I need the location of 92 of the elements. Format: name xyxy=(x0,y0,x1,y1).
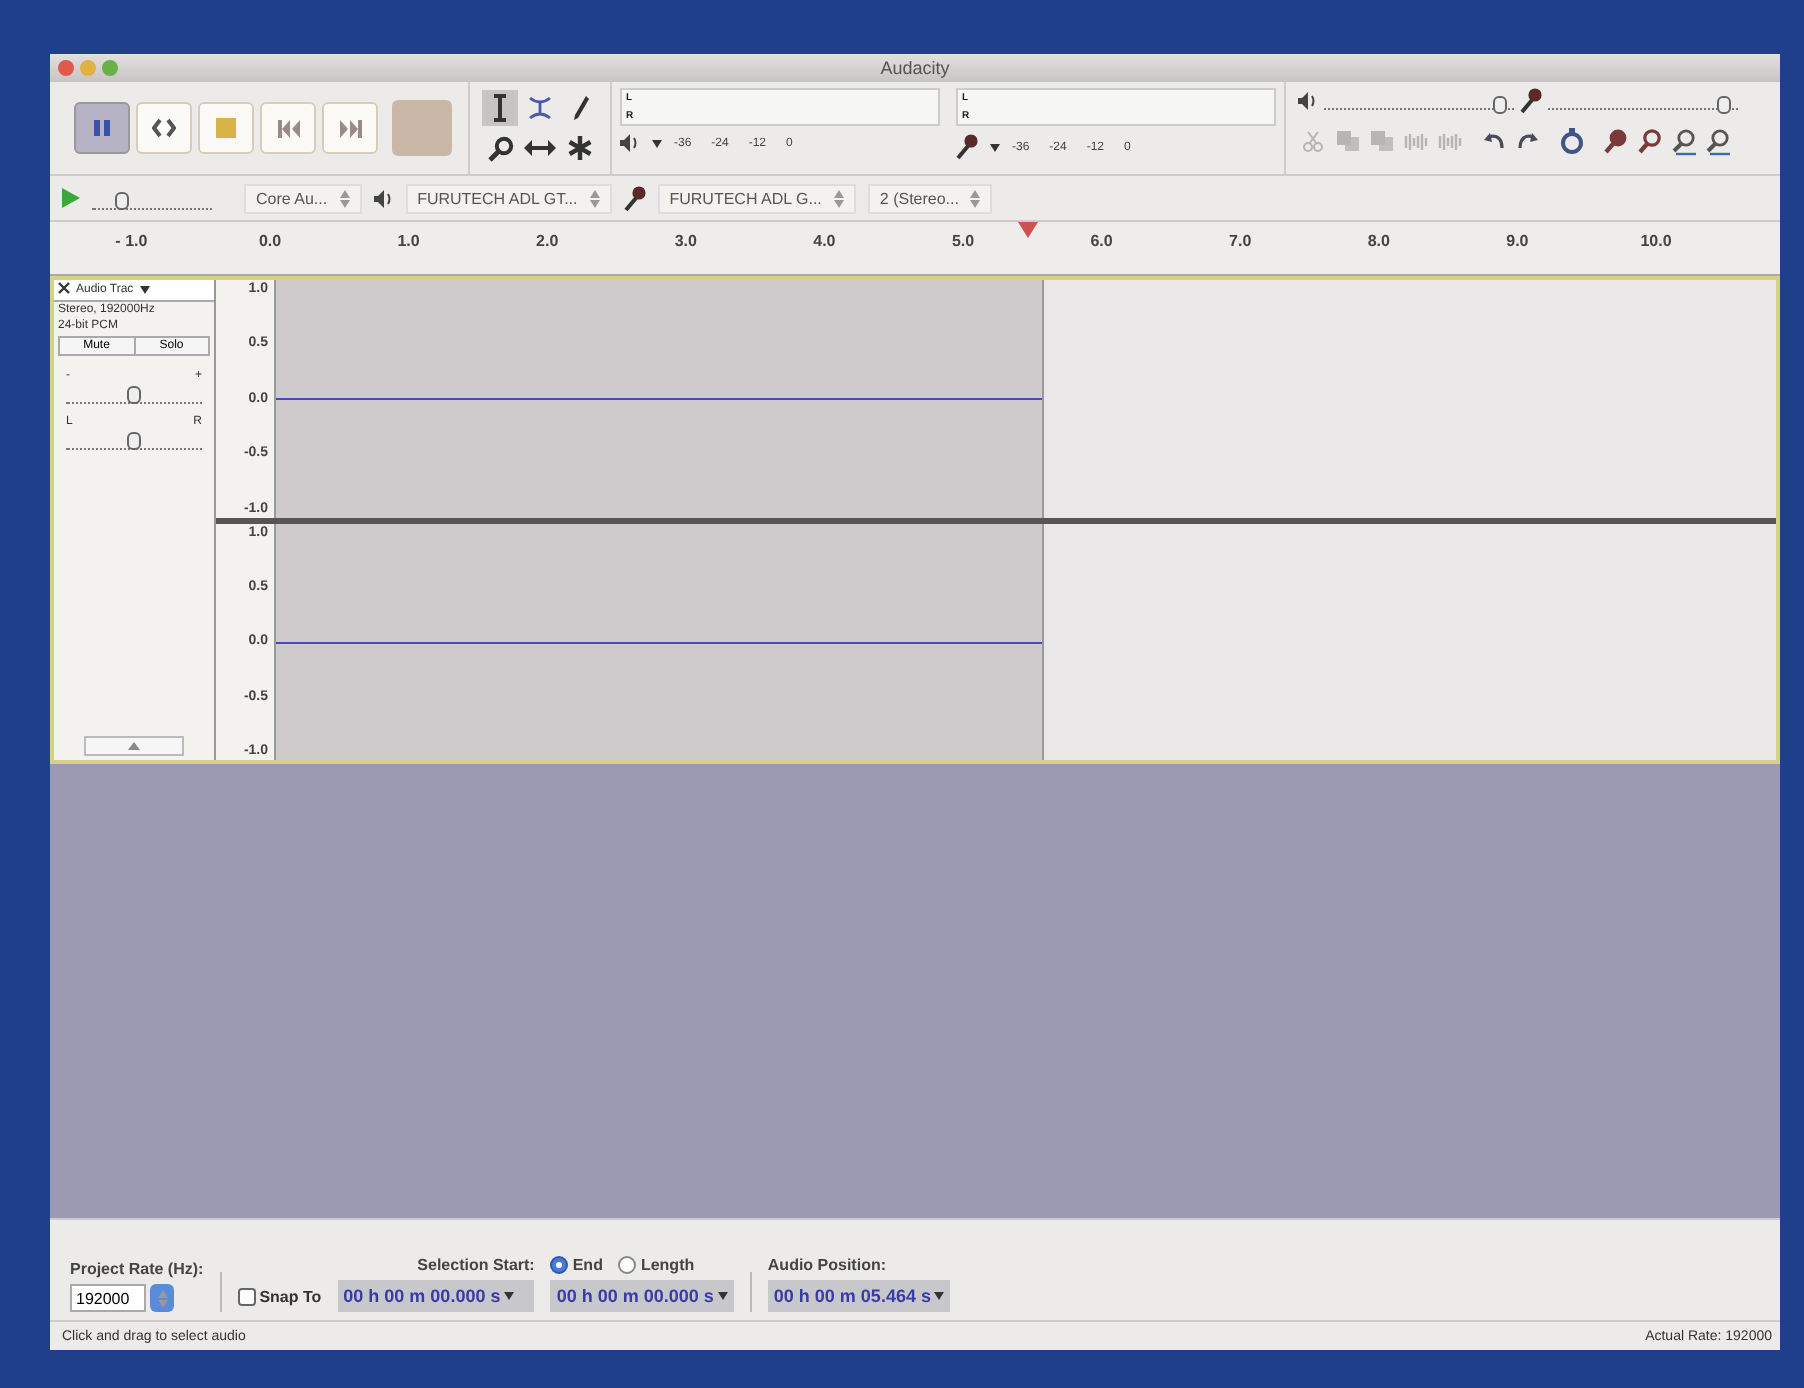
close-track-button[interactable] xyxy=(58,282,70,298)
magnifier-icon xyxy=(487,135,513,161)
select-tool-button[interactable] xyxy=(482,90,518,126)
fit-selection-button[interactable] xyxy=(1668,124,1698,158)
ruler-label: - 1.0 xyxy=(115,232,148,250)
loop-icon xyxy=(152,118,176,138)
end-mode-radio[interactable]: Length xyxy=(618,1256,695,1274)
collapse-button[interactable] xyxy=(84,736,184,756)
dropdown-arrow-icon xyxy=(990,143,1000,151)
audio-position-label: Audio Position: xyxy=(767,1256,889,1274)
double-arrow-icon xyxy=(524,140,556,156)
window-title: Audacity xyxy=(880,58,950,78)
waveform-icon xyxy=(1437,131,1461,151)
asterisk-icon xyxy=(568,136,592,160)
play-at-speed-button[interactable] xyxy=(62,188,80,208)
snap-to-checkbox[interactable]: Snap To xyxy=(237,1280,322,1312)
up-down-arrows-icon xyxy=(157,1289,167,1307)
pencil-icon xyxy=(571,94,589,122)
input-device-dropdown[interactable]: FURUTECH ADL G... xyxy=(657,183,856,213)
redo-icon xyxy=(1515,131,1539,151)
ruler-label: 8.0 xyxy=(1367,232,1390,250)
pause-button[interactable] xyxy=(74,102,130,154)
collapse-icon xyxy=(128,742,140,750)
speaker-icon xyxy=(373,189,394,207)
skip-start-icon xyxy=(277,119,299,137)
pause-icon xyxy=(92,118,112,138)
ruler-label: 3.0 xyxy=(674,232,697,250)
fit-project-button[interactable] xyxy=(1702,124,1732,158)
undo-icon xyxy=(1481,131,1505,151)
zoom-out-icon xyxy=(1637,128,1661,154)
speaker-icon xyxy=(1298,92,1318,110)
zoom-in-icon xyxy=(1603,128,1627,154)
output-device-dropdown[interactable]: FURUTECH ADL GT... xyxy=(405,183,612,213)
ruler-label: 9.0 xyxy=(1506,232,1529,250)
close-button[interactable] xyxy=(58,60,74,76)
zoom-out-button[interactable] xyxy=(1634,124,1664,158)
skip-end-button[interactable] xyxy=(322,102,378,154)
dropdown-arrow-icon xyxy=(139,286,150,294)
up-down-arrows-icon xyxy=(589,189,600,207)
paste-icon xyxy=(1369,130,1393,152)
envelope-icon xyxy=(528,94,552,122)
end-mode-radio[interactable]: End xyxy=(550,1256,603,1274)
rate-stepper[interactable] xyxy=(150,1284,174,1312)
up-down-arrows-icon xyxy=(833,189,844,207)
stop-icon xyxy=(216,118,236,138)
loop-button[interactable] xyxy=(136,102,192,154)
microphone-icon xyxy=(623,185,646,211)
microphone-icon xyxy=(956,134,978,160)
ruler-label: 0.0 xyxy=(258,232,282,250)
i-beam-icon xyxy=(492,94,508,122)
playback-volume-slider[interactable] xyxy=(1324,92,1514,110)
project-rate-field[interactable]: 192000 xyxy=(70,1284,146,1312)
copy-icon xyxy=(1335,130,1359,152)
microphone-icon xyxy=(1520,88,1542,114)
ruler-label: 10.0 xyxy=(1640,232,1672,250)
speaker-icon xyxy=(620,134,640,152)
sync-lock-icon xyxy=(1559,128,1583,154)
scissors-icon xyxy=(1302,130,1324,152)
ruler-label: 6.0 xyxy=(1090,232,1113,250)
channels-dropdown[interactable]: 2 (Stereo... xyxy=(867,183,993,213)
dropdown-arrow-icon xyxy=(652,139,662,147)
dropdown-arrow-icon xyxy=(717,1292,728,1300)
project-rate-label: Project Rate (Hz): xyxy=(70,1260,204,1278)
up-down-arrows-icon xyxy=(339,189,350,207)
track-panel-background[interactable] xyxy=(50,764,1780,1218)
dropdown-arrow-icon xyxy=(934,1292,945,1300)
ruler-label: 2.0 xyxy=(536,232,559,250)
record-volume-slider[interactable] xyxy=(1548,92,1738,110)
zoom-fit-icon xyxy=(1669,127,1697,155)
zoom-fit-icon xyxy=(1703,127,1731,155)
up-down-arrows-icon xyxy=(970,189,981,207)
gain-slider[interactable] xyxy=(66,382,202,404)
host-dropdown[interactable]: Core Au... xyxy=(244,183,362,213)
audio-position-field[interactable]: 00 h 00 m 05.464 s xyxy=(767,1280,951,1312)
waveform-icon xyxy=(1403,131,1427,151)
ruler-label: 1.0 xyxy=(397,232,420,250)
timeline-ruler[interactable]: - 1.0 0.0 1.0 2.0 3.0 4.0 5.0 6.0 7.0 8.0 9.0 10.0 xyxy=(50,222,1780,276)
skip-start-button[interactable] xyxy=(260,102,316,154)
play-icon xyxy=(62,188,80,208)
ruler-label: 7.0 xyxy=(1229,232,1252,250)
selection-start-label: Selection Start: xyxy=(415,1256,535,1274)
close-track-icon xyxy=(58,282,70,294)
ruler-label: 4.0 xyxy=(813,232,836,250)
ruler-label: 5.0 xyxy=(951,232,975,250)
sync-button[interactable] xyxy=(1556,124,1586,158)
speed-slider[interactable] xyxy=(92,187,212,209)
zoom-in-button[interactable] xyxy=(1600,124,1630,158)
dropdown-arrow-icon xyxy=(504,1292,515,1300)
selection-start-field[interactable]: 00 h 00 m 00.000 s xyxy=(337,1280,535,1312)
pan-slider[interactable] xyxy=(66,428,202,450)
selection-end-field[interactable]: 00 h 00 m 00.000 s xyxy=(550,1280,734,1312)
skip-end-icon xyxy=(339,119,361,137)
